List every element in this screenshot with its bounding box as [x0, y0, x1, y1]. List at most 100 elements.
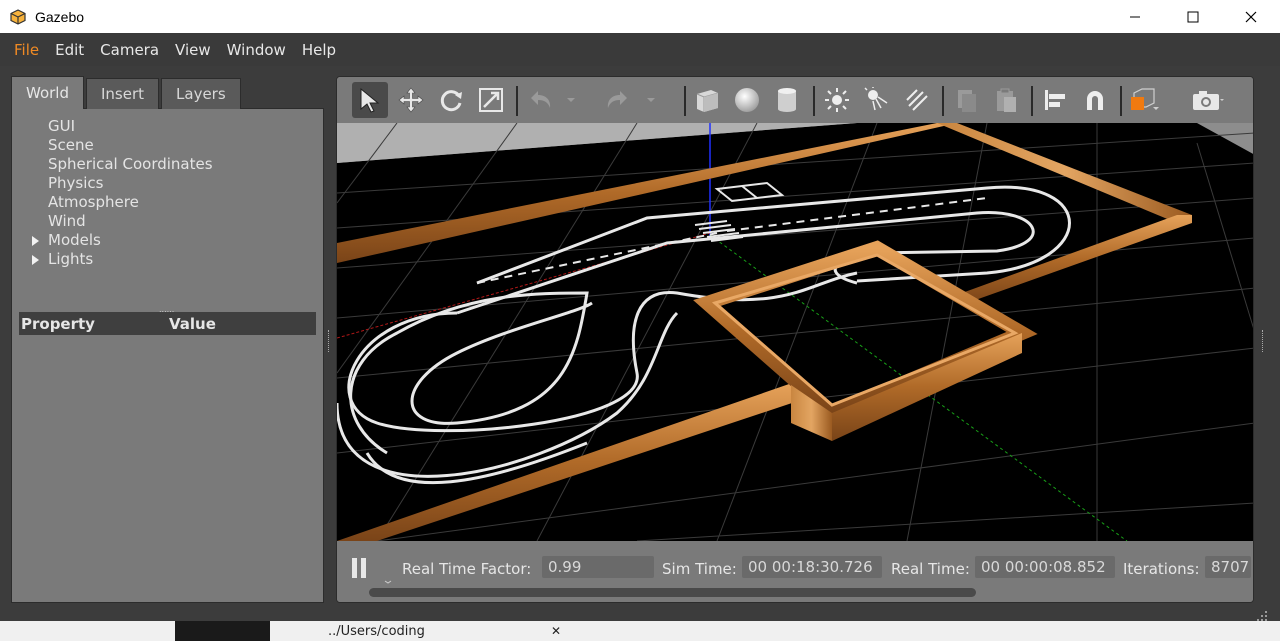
snap-button[interactable] [1077, 82, 1113, 118]
tree-item-label: Atmosphere [48, 193, 139, 211]
chevron-down-icon [384, 580, 392, 584]
right-splitter-handle[interactable] [1262, 330, 1265, 352]
tree-item-atmosphere[interactable]: Atmosphere [20, 193, 213, 212]
menu-bar: File Edit Camera View Window Help [0, 33, 1280, 66]
real-time-label: Real Time: [891, 560, 970, 578]
menu-file[interactable]: File [6, 41, 47, 59]
tree-item-spherical-coordinates[interactable]: Spherical Coordinates [20, 155, 213, 174]
copy-icon [958, 90, 976, 112]
tree-item-label: Scene [48, 136, 94, 154]
left-splitter-handle[interactable] [328, 330, 331, 352]
left-panel-tabs: World Insert Layers [11, 76, 243, 109]
select-mode-button[interactable] [352, 82, 388, 118]
tab-layers[interactable]: Layers [161, 78, 241, 109]
expand-arrow-icon[interactable] [32, 236, 39, 246]
taskbar-thumbnail[interactable] [175, 621, 270, 641]
window-title: Gazebo [35, 8, 85, 25]
horizontal-scrollbar[interactable] [369, 588, 976, 597]
tree-item-wind[interactable]: Wind [20, 212, 213, 231]
screenshot-icon [1193, 91, 1224, 110]
copy-button[interactable] [948, 82, 984, 118]
undo-button[interactable] [522, 82, 558, 118]
taskbar: ../Users/coding ✕ [0, 621, 1280, 641]
toolbar-separator [516, 86, 518, 116]
minimize-button[interactable] [1106, 0, 1164, 33]
undo-icon [531, 91, 551, 108]
snap-icon [1087, 91, 1103, 110]
insert-point-light-button[interactable] [819, 82, 855, 118]
tab-world[interactable]: World [11, 76, 84, 109]
spot-light-icon [864, 87, 888, 111]
toolbar-separator [942, 86, 944, 116]
insert-box-button[interactable] [689, 82, 725, 118]
insert-directional-light-button[interactable] [899, 82, 935, 118]
tree-item-label: Models [48, 231, 101, 249]
maximize-button[interactable] [1164, 0, 1222, 33]
scene-render [337, 122, 1253, 542]
chevron-down-icon [647, 98, 655, 102]
tree-item-lights[interactable]: Lights [20, 250, 213, 269]
paste-button[interactable] [988, 82, 1024, 118]
tree-item-label: Lights [48, 250, 94, 268]
directional-light-icon [906, 89, 928, 111]
view-angle-icon [1131, 88, 1159, 110]
step-dropdown[interactable] [384, 569, 392, 584]
scene-viewer: Real Time Factor: 0.99 Sim Time: 00 00:1… [336, 76, 1254, 603]
left-panel: GUI Scene Spherical Coordinates Physics … [11, 76, 324, 603]
sim-time-label: Sim Time: [662, 560, 737, 578]
insert-spot-light-button[interactable] [859, 82, 895, 118]
redo-history-dropdown[interactable] [642, 82, 660, 118]
world-tab-body: GUI Scene Spherical Coordinates Physics … [11, 108, 324, 603]
maximize-icon [1187, 11, 1199, 22]
real-time-factor-label: Real Time Factor: [402, 560, 532, 578]
tree-item-gui[interactable]: GUI [20, 117, 213, 136]
close-button[interactable] [1222, 0, 1280, 33]
iterations-label: Iterations: [1123, 560, 1200, 578]
gazebo-app-icon [10, 8, 26, 25]
menu-view[interactable]: View [167, 41, 219, 59]
scale-icon [479, 88, 503, 112]
3d-scene-canvas[interactable] [337, 122, 1253, 542]
rotate-mode-button[interactable] [433, 82, 469, 118]
scale-mode-button[interactable] [473, 82, 509, 118]
title-bar: Gazebo [0, 0, 1280, 33]
view-angle-button[interactable] [1125, 82, 1161, 118]
menu-window[interactable]: Window [219, 41, 294, 59]
tree-item-label: Wind [48, 212, 86, 230]
tree-item-scene[interactable]: Scene [20, 136, 213, 155]
iterations-value: 8707 [1205, 556, 1251, 578]
insert-cylinder-button[interactable] [769, 82, 805, 118]
taskbar-path-text: ../Users/coding [328, 624, 425, 639]
tree-item-physics[interactable]: Physics [20, 174, 213, 193]
align-button[interactable] [1037, 82, 1073, 118]
toolbar-separator [813, 86, 815, 116]
chevron-down-icon [567, 98, 575, 102]
world-tree: GUI Scene Spherical Coordinates Physics … [20, 117, 213, 269]
tab-insert[interactable]: Insert [86, 78, 160, 109]
rotate-icon [440, 90, 462, 112]
paste-icon [997, 88, 1016, 112]
translate-mode-button[interactable] [393, 82, 429, 118]
tree-item-models[interactable]: Models [20, 231, 213, 250]
close-icon[interactable]: ✕ [551, 624, 561, 638]
undo-history-dropdown[interactable] [562, 82, 580, 118]
property-column-header: Property [21, 314, 95, 333]
point-light-icon [825, 88, 849, 112]
tree-item-label: GUI [48, 117, 76, 135]
menu-help[interactable]: Help [294, 41, 344, 59]
sphere-icon [735, 88, 759, 112]
redo-button[interactable] [600, 82, 636, 118]
insert-sphere-button[interactable] [729, 82, 765, 118]
expand-arrow-icon[interactable] [32, 255, 39, 265]
pause-icon [352, 558, 366, 578]
tree-item-label: Physics [48, 174, 104, 192]
toolbar [337, 77, 1253, 123]
screenshot-button[interactable] [1190, 82, 1226, 118]
real-time-factor-value: 0.99 [542, 556, 654, 578]
menu-edit[interactable]: Edit [47, 41, 92, 59]
close-icon [1245, 11, 1257, 22]
pause-button[interactable] [351, 558, 367, 578]
toolbar-separator [1031, 86, 1033, 116]
menu-camera[interactable]: Camera [92, 41, 167, 59]
toolbar-separator [1120, 86, 1122, 116]
